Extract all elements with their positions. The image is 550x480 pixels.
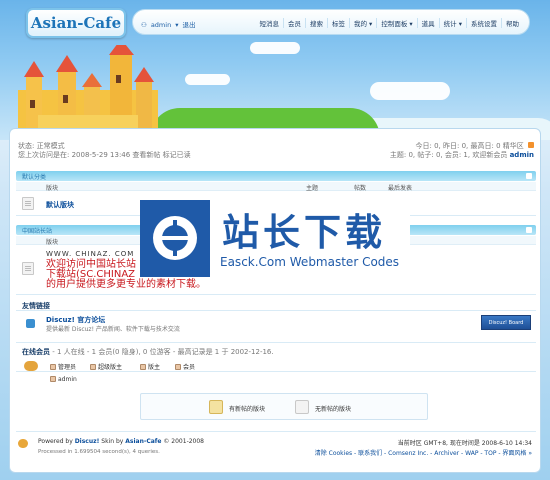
discuz-logo-icon (18, 439, 28, 448)
nav-help[interactable]: 帮助 (501, 18, 523, 28)
forum-stats: 主题: 0, 帖子: 0, 会员: 1, 欢迎新会员 admin (390, 150, 534, 160)
forum-icon-legend: 有新帖的版块 无新帖的版块 (140, 393, 428, 420)
forum-link-default[interactable]: 默认版块 (46, 200, 74, 210)
online-users-icon (24, 361, 38, 371)
collapse-icon[interactable] (526, 227, 532, 233)
col-topics: 主题 (306, 185, 319, 192)
online-summary: - 1 人在线 - 1 会员(0 隐身), 0 位游客 - 最高记录是 1 于 … (52, 348, 274, 356)
legend-super-mod-label: 超级版主 (98, 364, 123, 371)
watermark-text-cn: 站长下载 (222, 211, 386, 254)
top-navigation-bar: ⚇ admin ▾ 退出 短消息 会员 搜索 标签 我的 ▾ 控制面板 ▾ 道具 统计… (132, 9, 530, 35)
online-user-name: admin (58, 376, 77, 383)
today-stats-text: 今日: 0, 昨日: 0, 最高日: 0 精华区 (415, 142, 524, 150)
watermark-text-en: Easck.Com Webmaster Codes (220, 255, 400, 269)
chevron-down-icon[interactable]: ▾ (175, 21, 178, 29)
link-icon (26, 319, 35, 328)
watermark-logo-icon (140, 200, 210, 277)
forum-status-icon (22, 197, 34, 210)
legend-mod-label: 版主 (148, 364, 161, 371)
nav-messages[interactable]: 短消息 (255, 18, 283, 28)
page: Asian-Cafe ⚇ admin ▾ 退出 短消息 会员 搜索 标签 我的 ▾ 控… (0, 0, 550, 480)
divider (16, 342, 536, 343)
legend-admin-label: 管理员 (58, 364, 77, 371)
nav-stats[interactable]: 统计 ▾ (438, 18, 466, 28)
member-icon (50, 376, 56, 382)
no-new-posts-icon (295, 400, 309, 414)
category-bar-default[interactable]: 默认分类 (16, 171, 536, 181)
divider (16, 371, 536, 372)
member-icon (50, 364, 56, 370)
online-row: 在线会员 - 1 人在线 - 1 会员(0 隐身), 0 位游客 - 最高记录是… (22, 347, 274, 357)
discuz-badge-text: Discuz! Board (488, 320, 524, 326)
divider (16, 431, 536, 432)
nav-stats-label: 统计 (443, 20, 457, 28)
user-icon: ⚇ (141, 21, 147, 29)
user-area: ⚇ admin ▾ 退出 (141, 19, 199, 29)
nav-tags[interactable]: 标签 (326, 18, 349, 28)
nav-search[interactable]: 搜索 (304, 18, 327, 28)
new-posts-icon (209, 400, 223, 414)
powered-prefix: Powered by (38, 438, 73, 445)
watermark-logo-shape (153, 216, 197, 260)
main-panel: 状态: 正常模式 您上次访问是在: 2008-5-29 13:46 查看新帖 标… (9, 128, 541, 473)
nav-my-label: 我的 (353, 20, 367, 28)
category-title: 中国站长站 (22, 228, 53, 235)
logout-link[interactable]: 退出 (182, 21, 195, 29)
nav-my[interactable]: 我的 ▾ (348, 18, 376, 28)
category-title: 默认分类 (22, 174, 47, 181)
legend-member-label: 会员 (183, 364, 196, 371)
cloud (370, 82, 450, 100)
forum-table-header: 版块 主题 帖数 最后发表 (16, 182, 536, 192)
legend-super-mod: 超级版主 (90, 362, 122, 371)
nav-tools[interactable]: 道具 (416, 18, 439, 28)
new-posts-label: 有新帖的版块 (229, 406, 266, 413)
forum-status-icon (22, 262, 34, 275)
col-forum: 版块 (46, 239, 59, 246)
nav-system-settings[interactable]: 系统设置 (466, 18, 501, 28)
col-posts: 帖数 (354, 185, 367, 192)
rss-icon[interactable] (528, 142, 534, 148)
member-icon (140, 364, 146, 370)
cloud (250, 42, 300, 54)
nav-control-panel[interactable]: 控制面板 ▾ (376, 18, 416, 28)
member-icon (90, 364, 96, 370)
username-link[interactable]: admin (151, 21, 171, 29)
divider (16, 294, 536, 295)
current-time: 当前时区 GMT+8, 现在时间是 2008-6-10 14:34 (397, 440, 532, 447)
skin-brand-link[interactable]: Asian-Cafe (125, 438, 161, 445)
newest-member-link[interactable]: admin (510, 151, 534, 159)
chinaz-intro-3: 的用户提供更多更专业的素材下载。 (46, 279, 206, 290)
forum-stats-text: 主题: 0, 帖子: 0, 会员: 1, 欢迎新会员 (389, 151, 508, 159)
legend-mod: 版主 (140, 362, 160, 371)
main-nav: 短消息 会员 搜索 标签 我的 ▾ 控制面板 ▾ 道具 统计 ▾ 系统设置 帮助 (255, 18, 523, 28)
collapse-icon[interactable] (526, 173, 532, 179)
no-new-posts-label: 无新帖的版块 (315, 406, 352, 413)
logo-text: Asian-Cafe (30, 14, 122, 32)
cloud (185, 74, 230, 85)
processed-time: Processed in 1.699504 second(s), 4 queri… (38, 449, 160, 455)
col-forum: 版块 (46, 185, 59, 192)
online-title: 在线会员 (22, 348, 50, 356)
logo[interactable]: Asian-Cafe (26, 8, 126, 38)
last-visit: 您上次访问是在: 2008-5-29 13:46 查看新帖 标记已读 (18, 151, 191, 159)
castle-illustration (18, 45, 158, 130)
online-user-admin[interactable]: admin (50, 376, 77, 383)
legend-admin: 管理员 (50, 362, 76, 371)
nav-control-panel-label: 控制面板 (381, 20, 408, 28)
col-last-post: 最后发表 (388, 185, 413, 192)
divider (16, 310, 536, 311)
discuz-badge[interactable]: Discuz! Board (481, 315, 531, 330)
link-description: 提供最新 Discuz! 产品新闻、软件下载与技术交流 (46, 326, 180, 333)
skin-prefix: Skin by (101, 438, 124, 445)
footer-links[interactable]: 清除 Cookies - 联系我们 - Comsenz Inc. - Archi… (315, 448, 532, 457)
nav-members[interactable]: 会员 (282, 18, 305, 28)
watermark: 站长下载 Easck.Com Webmaster Codes (140, 200, 410, 277)
legend-member: 会员 (175, 362, 195, 371)
powered-brand-link[interactable]: Discuz! (75, 438, 100, 445)
chinaz-url[interactable]: WWW. CHINAZ. COM (46, 250, 134, 258)
copyright: © 2001-2008 (163, 438, 205, 445)
powered-by: Powered by Discuz! Skin by Asian-Cafe © … (38, 438, 204, 445)
member-icon (175, 364, 181, 370)
